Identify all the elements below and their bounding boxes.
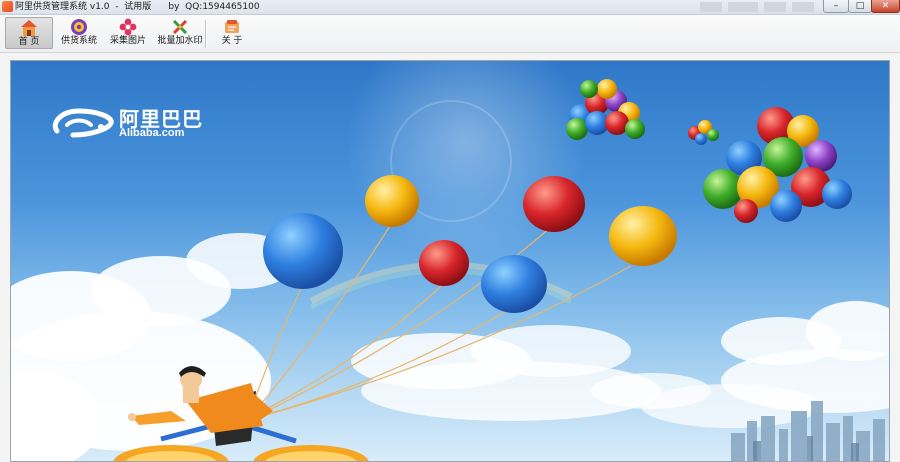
balloon-red-top bbox=[523, 176, 585, 232]
toolbar-about-label: 关 于 bbox=[221, 36, 243, 46]
pencil-brush-icon bbox=[172, 19, 188, 35]
background-window-strip bbox=[728, 2, 758, 12]
minimize-button[interactable]: – bbox=[823, 0, 849, 13]
home-banner: 阿里巴巴 Alibaba.com bbox=[10, 60, 890, 462]
flower-icon bbox=[119, 18, 137, 36]
toolbar-batch-watermark-label: 批量加水印 bbox=[157, 36, 203, 46]
alibaba-logo: 阿里巴巴 Alibaba.com bbox=[51, 103, 221, 143]
toolbar-about-button[interactable]: 关 于 bbox=[208, 17, 256, 49]
alibaba-swoosh-icon bbox=[52, 108, 114, 138]
alibaba-logo-english: Alibaba.com bbox=[119, 127, 185, 139]
title-bar: 阿里供货管理系统 v1.0 - 试用版 by QQ:1594465100 – □… bbox=[0, 0, 900, 15]
balloon-red-middle bbox=[419, 240, 469, 286]
background-window-strip bbox=[792, 2, 814, 12]
purple-orb-icon bbox=[71, 19, 87, 35]
home-icon bbox=[21, 20, 37, 36]
maximize-button[interactable]: □ bbox=[848, 0, 872, 13]
toolbar-home-button[interactable]: 首 页 bbox=[5, 17, 53, 49]
background-window-strip bbox=[764, 2, 786, 12]
toolbar-home-label: 首 页 bbox=[18, 37, 40, 47]
balloon-cluster-top bbox=[566, 79, 645, 140]
balloon-cluster-small bbox=[688, 120, 719, 145]
clouds-right bbox=[641, 301, 889, 428]
close-button[interactable]: ✕ bbox=[871, 0, 900, 13]
main-toolbar: 首 页 供货系统 采集图片 批量加水印 关 于 bbox=[0, 15, 900, 53]
app-icon bbox=[2, 1, 13, 12]
toolbar-supply-button[interactable]: 供货系统 bbox=[55, 17, 103, 49]
balloon-blue-large bbox=[263, 213, 343, 289]
toolbar-separator bbox=[205, 20, 206, 48]
balloon-yellow-small bbox=[365, 175, 419, 227]
window-title: 阿里供货管理系统 v1.0 - 试用版 by QQ:1594465100 bbox=[15, 2, 260, 12]
toolbar-collect-images-button[interactable]: 采集图片 bbox=[104, 17, 152, 49]
balloon-cluster-right bbox=[703, 107, 852, 223]
toolbar-batch-watermark-button[interactable]: 批量加水印 bbox=[154, 17, 206, 49]
toolbar-collect-images-label: 采集图片 bbox=[109, 36, 146, 46]
background-window-strip bbox=[700, 2, 722, 12]
balloon-blue-right bbox=[481, 255, 547, 313]
toolbar-supply-label: 供货系统 bbox=[60, 36, 97, 46]
balloon-yellow-right bbox=[609, 206, 677, 266]
info-card-icon bbox=[225, 20, 239, 33]
